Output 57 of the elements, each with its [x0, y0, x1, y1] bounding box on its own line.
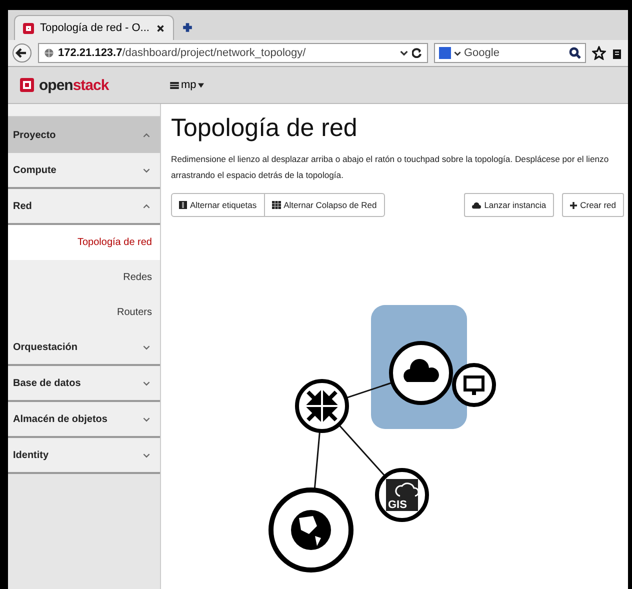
star-icon[interactable]	[592, 46, 606, 60]
connector-line	[338, 424, 386, 477]
cloud-upload-icon	[472, 202, 482, 208]
sidebar-section[interactable]: Identity	[8, 438, 160, 474]
url-text: 172.21.123.7/dashboard/project/network_topology/	[58, 47, 307, 59]
sidebar-section[interactable]: Almacén de objetos	[8, 402, 160, 438]
sidebar-section[interactable]: Proyecto	[8, 117, 160, 153]
connector-line	[314, 430, 321, 490]
openstack-logo-icon	[20, 78, 34, 92]
section-label: Almacén de objetos	[13, 414, 108, 424]
sidebar-link[interactable]: Redes	[8, 260, 160, 295]
grid-icon	[272, 201, 281, 209]
reload-icon[interactable]	[412, 48, 422, 58]
sidebar-link[interactable]: Topología de red	[8, 225, 160, 260]
sidebar-section[interactable]: Compute	[8, 153, 160, 189]
search-icon[interactable]	[569, 47, 581, 59]
toggle-button[interactable]: Alternar Colapso de Red	[264, 193, 385, 217]
dropdown-caret-icon[interactable]	[454, 50, 461, 56]
sidebar-section[interactable]: Base de datos	[8, 366, 160, 402]
clipboard-icon[interactable]	[612, 46, 622, 60]
section-label: Red	[13, 200, 32, 212]
list-icon	[170, 82, 179, 88]
connector-line	[345, 382, 393, 399]
back-icon[interactable]	[12, 43, 32, 63]
image-node-icon[interactable]: GIS	[375, 468, 429, 522]
search-field[interactable]: Google	[434, 43, 586, 63]
sidebar-section[interactable]: Orquestación	[8, 330, 160, 366]
section-label: Compute	[13, 164, 56, 176]
tab-title: Topología de red - O...	[40, 22, 150, 34]
project-selector[interactable]: mp	[170, 79, 204, 91]
plus-icon	[570, 202, 578, 208]
new-tab-icon[interactable]	[182, 22, 193, 33]
cloud-node-icon[interactable]	[389, 341, 453, 405]
openstack-logo-icon	[23, 22, 34, 34]
close-icon[interactable]	[156, 24, 165, 32]
globe-node-icon[interactable]	[268, 488, 354, 572]
page-title: Topología de red	[171, 114, 358, 143]
launch-instance-button[interactable]: Lanzar instancia	[464, 193, 554, 217]
page-description: Redimensione el lienzo al desplazar arriba o abajo el ratón o touchpad sobre la topología. Desplácese por el lienzo arrastrando el espacio detrás de la topología.	[171, 153, 610, 182]
browser-tab[interactable]: Topología de red - O...	[14, 15, 174, 40]
sidebar-link[interactable]: Routers	[8, 295, 160, 330]
globe-icon	[44, 48, 54, 58]
address-bar[interactable]: 172.21.123.7/dashboard/project/network_topology/	[38, 43, 428, 63]
monitor-node-icon[interactable]	[452, 363, 496, 407]
create-network-button[interactable]: Crear red	[562, 193, 624, 217]
search-placeholder: Google	[464, 47, 500, 59]
sidebar-section[interactable]: Red	[8, 189, 160, 225]
router-node-icon[interactable]	[295, 379, 349, 433]
section-label: Proyecto	[13, 130, 56, 140]
section-label: Base de datos	[13, 378, 81, 388]
dropdown-caret-icon[interactable]	[400, 49, 408, 57]
toggle-button[interactable]: Alternar etiquetas	[171, 193, 265, 217]
section-label: Orquestación	[13, 342, 78, 352]
tag-icon	[179, 201, 187, 209]
section-label: Identity	[13, 450, 49, 460]
brand-name[interactable]: openstack	[39, 76, 109, 94]
caret-icon	[198, 82, 204, 88]
